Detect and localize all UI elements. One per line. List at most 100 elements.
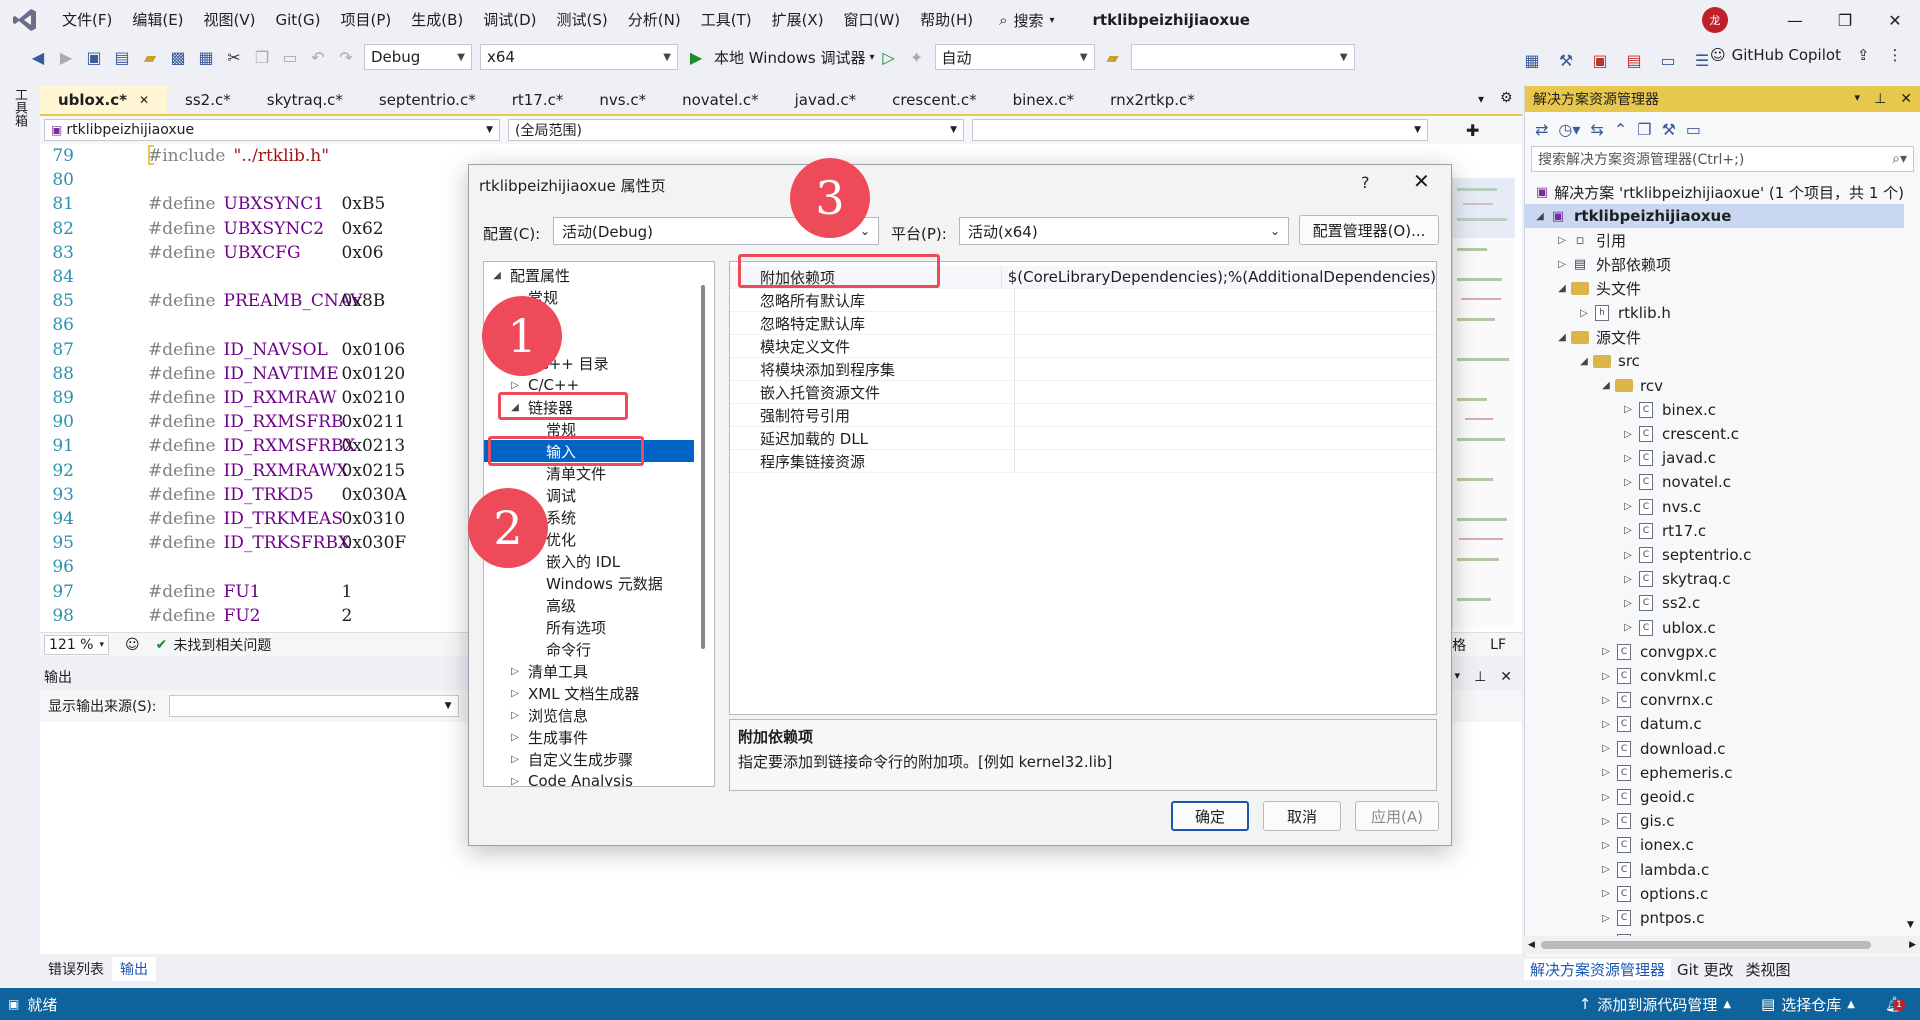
zoom-dropdown[interactable]: 121 % ▾	[44, 634, 110, 655]
solution-tree-item[interactable]: ▷ Cdatum.c	[1524, 712, 1904, 736]
copy-icon[interactable]: ❐	[248, 43, 276, 71]
maximize-icon[interactable]: ❐	[1820, 0, 1870, 40]
solution-tree-item[interactable]: ▷ h rtklib.h	[1524, 301, 1904, 325]
expand-arrow-icon[interactable]: ▷	[1598, 767, 1614, 778]
tab-dropdown-icon[interactable]: ▾	[1478, 92, 1484, 106]
menu-item-2[interactable]: 视图(V)	[194, 0, 266, 40]
bottom-tab[interactable]: 错误列表	[40, 957, 112, 981]
expand-arrow-icon[interactable]: ▷	[1554, 235, 1570, 246]
menu-item-4[interactable]: 项目(P)	[331, 0, 402, 40]
solution-tree-item[interactable]: ▷ Ccrescent.c	[1524, 422, 1904, 446]
run-without-debug-icon[interactable]: ▷	[875, 43, 903, 71]
expand-arrow-icon[interactable]: ◢	[1554, 332, 1570, 343]
expand-arrow-icon[interactable]: ▷	[1598, 816, 1614, 827]
dropdown-icon[interactable]: ▾	[1455, 669, 1461, 685]
line-ending-label[interactable]: LF	[1490, 637, 1506, 653]
add-source-control-button[interactable]: ↑ 添加到源代码管理 ▲	[1579, 994, 1731, 1015]
solution-tree-item[interactable]: ◢ src	[1524, 349, 1904, 373]
scroll-thumb[interactable]	[1540, 941, 1871, 949]
back-icon[interactable]: ◀	[24, 43, 52, 71]
solution-tree-item[interactable]: ▷ Cdownload.c	[1524, 737, 1904, 761]
dialog-platform-dropdown[interactable]: 活动(x64) ⌄	[959, 217, 1289, 245]
expand-arrow-icon[interactable]: ▷	[1620, 404, 1636, 415]
solution-tree-item[interactable]: ▣ 解决方案 'rtklibpeizhijiaoxue' (1 个项目，共 1 个…	[1524, 180, 1904, 204]
paste-icon[interactable]: ▭	[276, 43, 304, 71]
property-row[interactable]: 将模块添加到程序集	[730, 358, 1436, 381]
property-row[interactable]: 忽略特定默认库	[730, 312, 1436, 335]
menu-item-12[interactable]: 帮助(H)	[910, 0, 983, 40]
close-icon[interactable]: ✕	[1900, 91, 1912, 107]
toolbox-icon[interactable]: ▤	[1620, 46, 1648, 74]
config-tree-item[interactable]: 命令行	[484, 638, 694, 660]
menu-item-5[interactable]: 生成(B)	[401, 0, 473, 40]
menu-item-7[interactable]: 测试(S)	[547, 0, 618, 40]
expand-arrow-icon[interactable]: ▷	[1554, 259, 1570, 270]
config-tree-item[interactable]: ▷ 清单工具	[484, 660, 694, 682]
solution-tree-item[interactable]: ▷ Cconvgpx.c	[1524, 640, 1904, 664]
config-tree-item[interactable]: 所有选项	[484, 616, 694, 638]
config-tree-item[interactable]: ▷ 浏览信息	[484, 704, 694, 726]
config-tree-item[interactable]: ▷ XML 文档生成器	[484, 682, 694, 704]
add-item-icon[interactable]: ▤	[108, 43, 136, 71]
window-icon[interactable]: ▭	[1654, 46, 1682, 74]
expand-arrow-icon[interactable]: ▷	[508, 688, 522, 699]
property-row[interactable]: 延迟加载的 DLL	[730, 427, 1436, 450]
run-debugger-button[interactable]: 本地 Windows 调试器	[714, 47, 866, 68]
hot-reload-icon[interactable]: ✦	[903, 43, 931, 71]
expand-arrow-icon[interactable]: ▷	[1598, 840, 1614, 851]
cut-icon[interactable]: ✂	[220, 43, 248, 71]
expand-arrow-icon[interactable]: ▷	[1620, 501, 1636, 512]
more-icon[interactable]: ⋮	[1888, 46, 1903, 64]
dialog-close-icon[interactable]: ✕	[1413, 169, 1430, 193]
config-tree-item[interactable]: ▷ 生成事件	[484, 726, 694, 748]
document-tab[interactable]: javad.c*	[777, 86, 874, 114]
solution-tree-item[interactable]: ▷ Cconvkml.c	[1524, 664, 1904, 688]
find-combo[interactable]: ▼	[1130, 44, 1355, 70]
expand-arrow-icon[interactable]: ◢	[1554, 283, 1570, 294]
config-tree-scrollbar[interactable]	[701, 285, 705, 649]
solution-tree-item[interactable]: ▷ Cpntpos.c	[1524, 906, 1904, 930]
solution-tree-item[interactable]: ▷ Cbinex.c	[1524, 398, 1904, 422]
menu-item-9[interactable]: 工具(T)	[691, 0, 762, 40]
property-value[interactable]	[1014, 450, 1436, 472]
config-tree-item[interactable]: 高级	[484, 594, 694, 616]
pin-icon[interactable]: ⊥	[1474, 669, 1486, 685]
solution-tree-item[interactable]: ▷ Cnvs.c	[1524, 495, 1904, 519]
settings-gear-icon[interactable]: ⚙	[1500, 90, 1513, 106]
expand-arrow-icon[interactable]: ▷	[1598, 888, 1614, 899]
share-icon[interactable]: ⇪	[1857, 46, 1870, 64]
expand-arrow-icon[interactable]: ▷	[1598, 864, 1614, 875]
dropdown-icon[interactable]: ▾	[1855, 91, 1861, 107]
solution-tree-item[interactable]: ▷ Cjavad.c	[1524, 446, 1904, 470]
expand-arrow-icon[interactable]: ▷	[1576, 308, 1592, 319]
vertical-scrollbar[interactable]: ▼	[1906, 180, 1916, 930]
platform-dropdown[interactable]: x64 ▼	[480, 44, 678, 70]
project-scope-dropdown[interactable]: ▣ rtklibpeizhijiaoxue ▼	[44, 119, 500, 141]
expand-arrow-icon[interactable]: ▷	[508, 754, 522, 765]
expand-arrow-icon[interactable]: ▷	[1620, 525, 1636, 536]
solution-tree-item[interactable]: ◢ ▣ rtklibpeizhijiaoxue	[1524, 204, 1904, 229]
expand-arrow-icon[interactable]: ▷	[1620, 598, 1636, 609]
solution-search-input[interactable]: 搜索解决方案资源管理器(Ctrl+;) ⌕▾	[1531, 146, 1914, 172]
forward-icon[interactable]: ▶	[52, 43, 80, 71]
expand-arrow-icon[interactable]: ▷	[508, 666, 522, 677]
toolbox-side-tab[interactable]: 工具箱	[0, 74, 36, 986]
solution-bottom-tab[interactable]: 解决方案资源管理器	[1524, 958, 1672, 980]
solution-tree-item[interactable]: ▷ Cublox.c	[1524, 616, 1904, 640]
redo-icon[interactable]: ↷	[332, 43, 360, 71]
pin-icon[interactable]: ⊥	[1874, 91, 1886, 107]
document-tab[interactable]: ss2.c*	[167, 86, 249, 114]
solution-tree-item[interactable]: ▷ Cskytraq.c	[1524, 567, 1904, 591]
close-tab-icon[interactable]: ✕	[139, 93, 149, 107]
property-value[interactable]	[1014, 289, 1436, 311]
expand-arrow-icon[interactable]: ▷	[1598, 743, 1614, 754]
property-row[interactable]: 嵌入托管资源文件	[730, 381, 1436, 404]
save-icon[interactable]: ▩	[164, 43, 192, 71]
avatar[interactable]: 龙	[1702, 7, 1728, 33]
visual-studio-logo-icon[interactable]	[10, 5, 40, 35]
cancel-button[interactable]: 取消	[1263, 801, 1341, 831]
help-button[interactable]: ?	[1361, 173, 1370, 192]
browse-icon[interactable]: ▰	[1099, 43, 1127, 71]
document-tab[interactable]: novatel.c*	[664, 86, 777, 114]
encoding-label[interactable]: 格	[1452, 635, 1466, 655]
